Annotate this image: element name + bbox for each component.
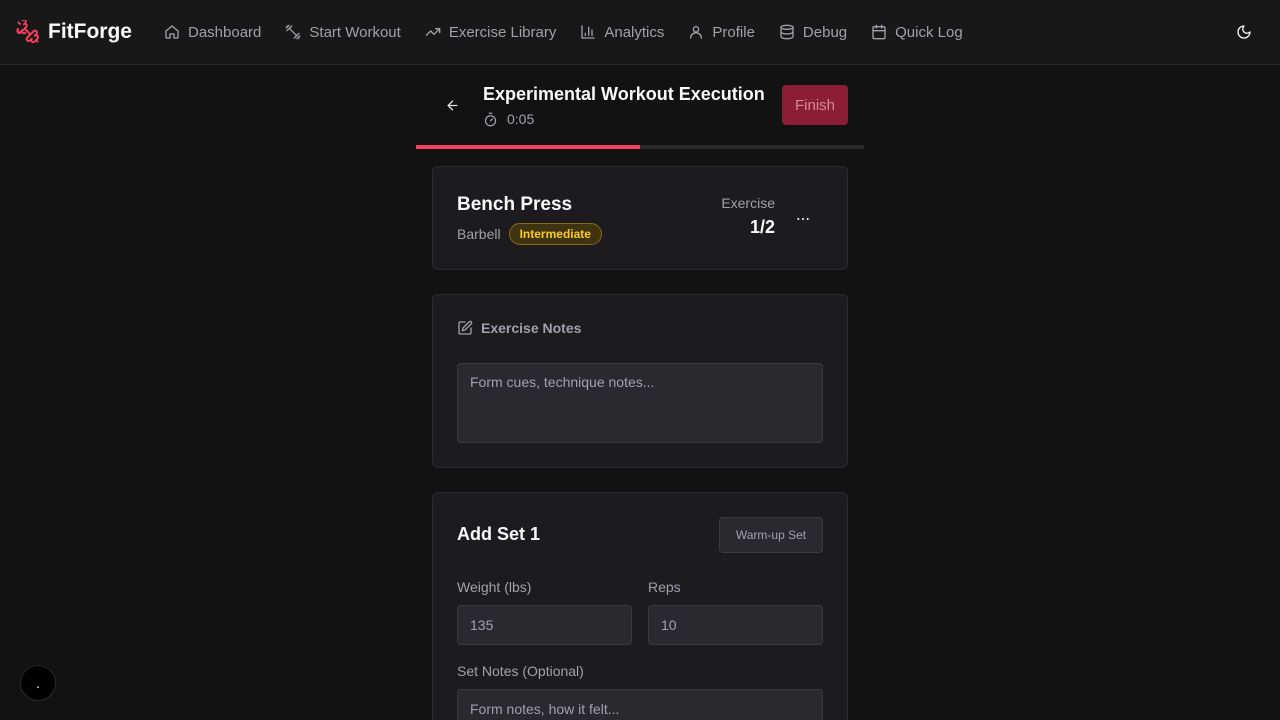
- floating-action-button[interactable]: .: [20, 665, 56, 701]
- nav-item-label: Analytics: [604, 23, 665, 41]
- brand-logo[interactable]: FitForge: [16, 20, 132, 44]
- weight-input[interactable]: [457, 605, 632, 645]
- reps-label: Reps: [648, 579, 681, 595]
- workout-progress-bar: [416, 145, 864, 149]
- exercise-meta: Barbell Intermediate: [457, 223, 602, 245]
- nav-item-dashboard[interactable]: Dashboard: [164, 16, 261, 48]
- calendar-icon: [872, 24, 886, 40]
- arrow-left-icon: [447, 100, 457, 110]
- exercise-notes-input[interactable]: [457, 363, 823, 443]
- nav-item-label: Quick Log: [895, 23, 963, 41]
- more-horizontal-icon: [797, 217, 809, 221]
- reps-input[interactable]: [648, 605, 823, 645]
- trending-up-icon: [425, 27, 441, 36]
- user-icon: [690, 26, 703, 39]
- nav-item-label: Exercise Library: [448, 23, 557, 41]
- brand-name: FitForge: [48, 20, 132, 43]
- exercise-card: Bench Press Barbell Intermediate Exercis…: [432, 166, 848, 270]
- bar-chart-icon: [581, 25, 596, 39]
- workout-title: Experimental Workout Execution: [483, 84, 765, 104]
- nav-links: Dashboard Start Workout Exercise Library…: [164, 16, 987, 48]
- nav-item-start-workout[interactable]: Start Workout: [285, 16, 401, 48]
- workout-header: Experimental Workout Execution 0:05 Fini…: [416, 65, 864, 150]
- theme-toggle-button[interactable]: [1232, 20, 1256, 44]
- exercise-equipment: Barbell: [457, 226, 501, 242]
- set-notes-input[interactable]: [457, 689, 823, 720]
- nav-item-profile[interactable]: Profile: [688, 16, 755, 48]
- workout-progress-fill: [416, 145, 640, 149]
- more-options-button[interactable]: [791, 207, 815, 231]
- difficulty-badge: Intermediate: [508, 223, 602, 245]
- nav-item-label: Debug: [802, 23, 848, 41]
- nav-item-analytics[interactable]: Analytics: [580, 16, 664, 48]
- exercise-notes-title: Exercise Notes: [481, 320, 582, 336]
- edit-note-icon: [458, 320, 473, 335]
- add-set-card: Add Set 1 Warm-up Set Weight (lbs) Reps …: [432, 492, 848, 720]
- nav-item-label: Start Workout: [309, 23, 401, 41]
- exercise-count-label: Exercise: [721, 195, 775, 211]
- warmup-set-button[interactable]: Warm-up Set: [719, 517, 823, 553]
- exercise-notes-header: Exercise Notes: [457, 320, 581, 336]
- exercise-notes-card: Exercise Notes: [432, 294, 848, 468]
- moon-icon: [1237, 25, 1251, 39]
- nav-item-quick-log[interactable]: Quick Log: [871, 16, 963, 48]
- database-icon: [780, 24, 794, 40]
- back-button[interactable]: [440, 93, 464, 117]
- weight-label: Weight (lbs): [457, 579, 532, 595]
- dumbbell-icon: [286, 24, 301, 40]
- dumbbell-icon: [16, 20, 39, 44]
- set-notes-label: Set Notes (Optional): [457, 663, 584, 679]
- exercise-name: Bench Press: [457, 194, 573, 215]
- timer-icon: [484, 112, 497, 126]
- top-navbar: FitForge Dashboard Start Workout Exercis…: [0, 0, 1280, 65]
- nav-item-debug[interactable]: Debug: [779, 16, 847, 48]
- timer-value: 0:05: [507, 111, 535, 127]
- workout-timer: 0:05: [483, 111, 534, 127]
- home-icon: [165, 25, 179, 39]
- nav-item-label: Profile: [712, 23, 755, 41]
- nav-item-exercise-library[interactable]: Exercise Library: [425, 16, 557, 48]
- finish-button[interactable]: Finish: [782, 85, 848, 125]
- add-set-title: Add Set 1: [457, 524, 541, 544]
- exercise-count: 1/2: [749, 217, 775, 237]
- nav-item-label: Dashboard: [188, 23, 262, 41]
